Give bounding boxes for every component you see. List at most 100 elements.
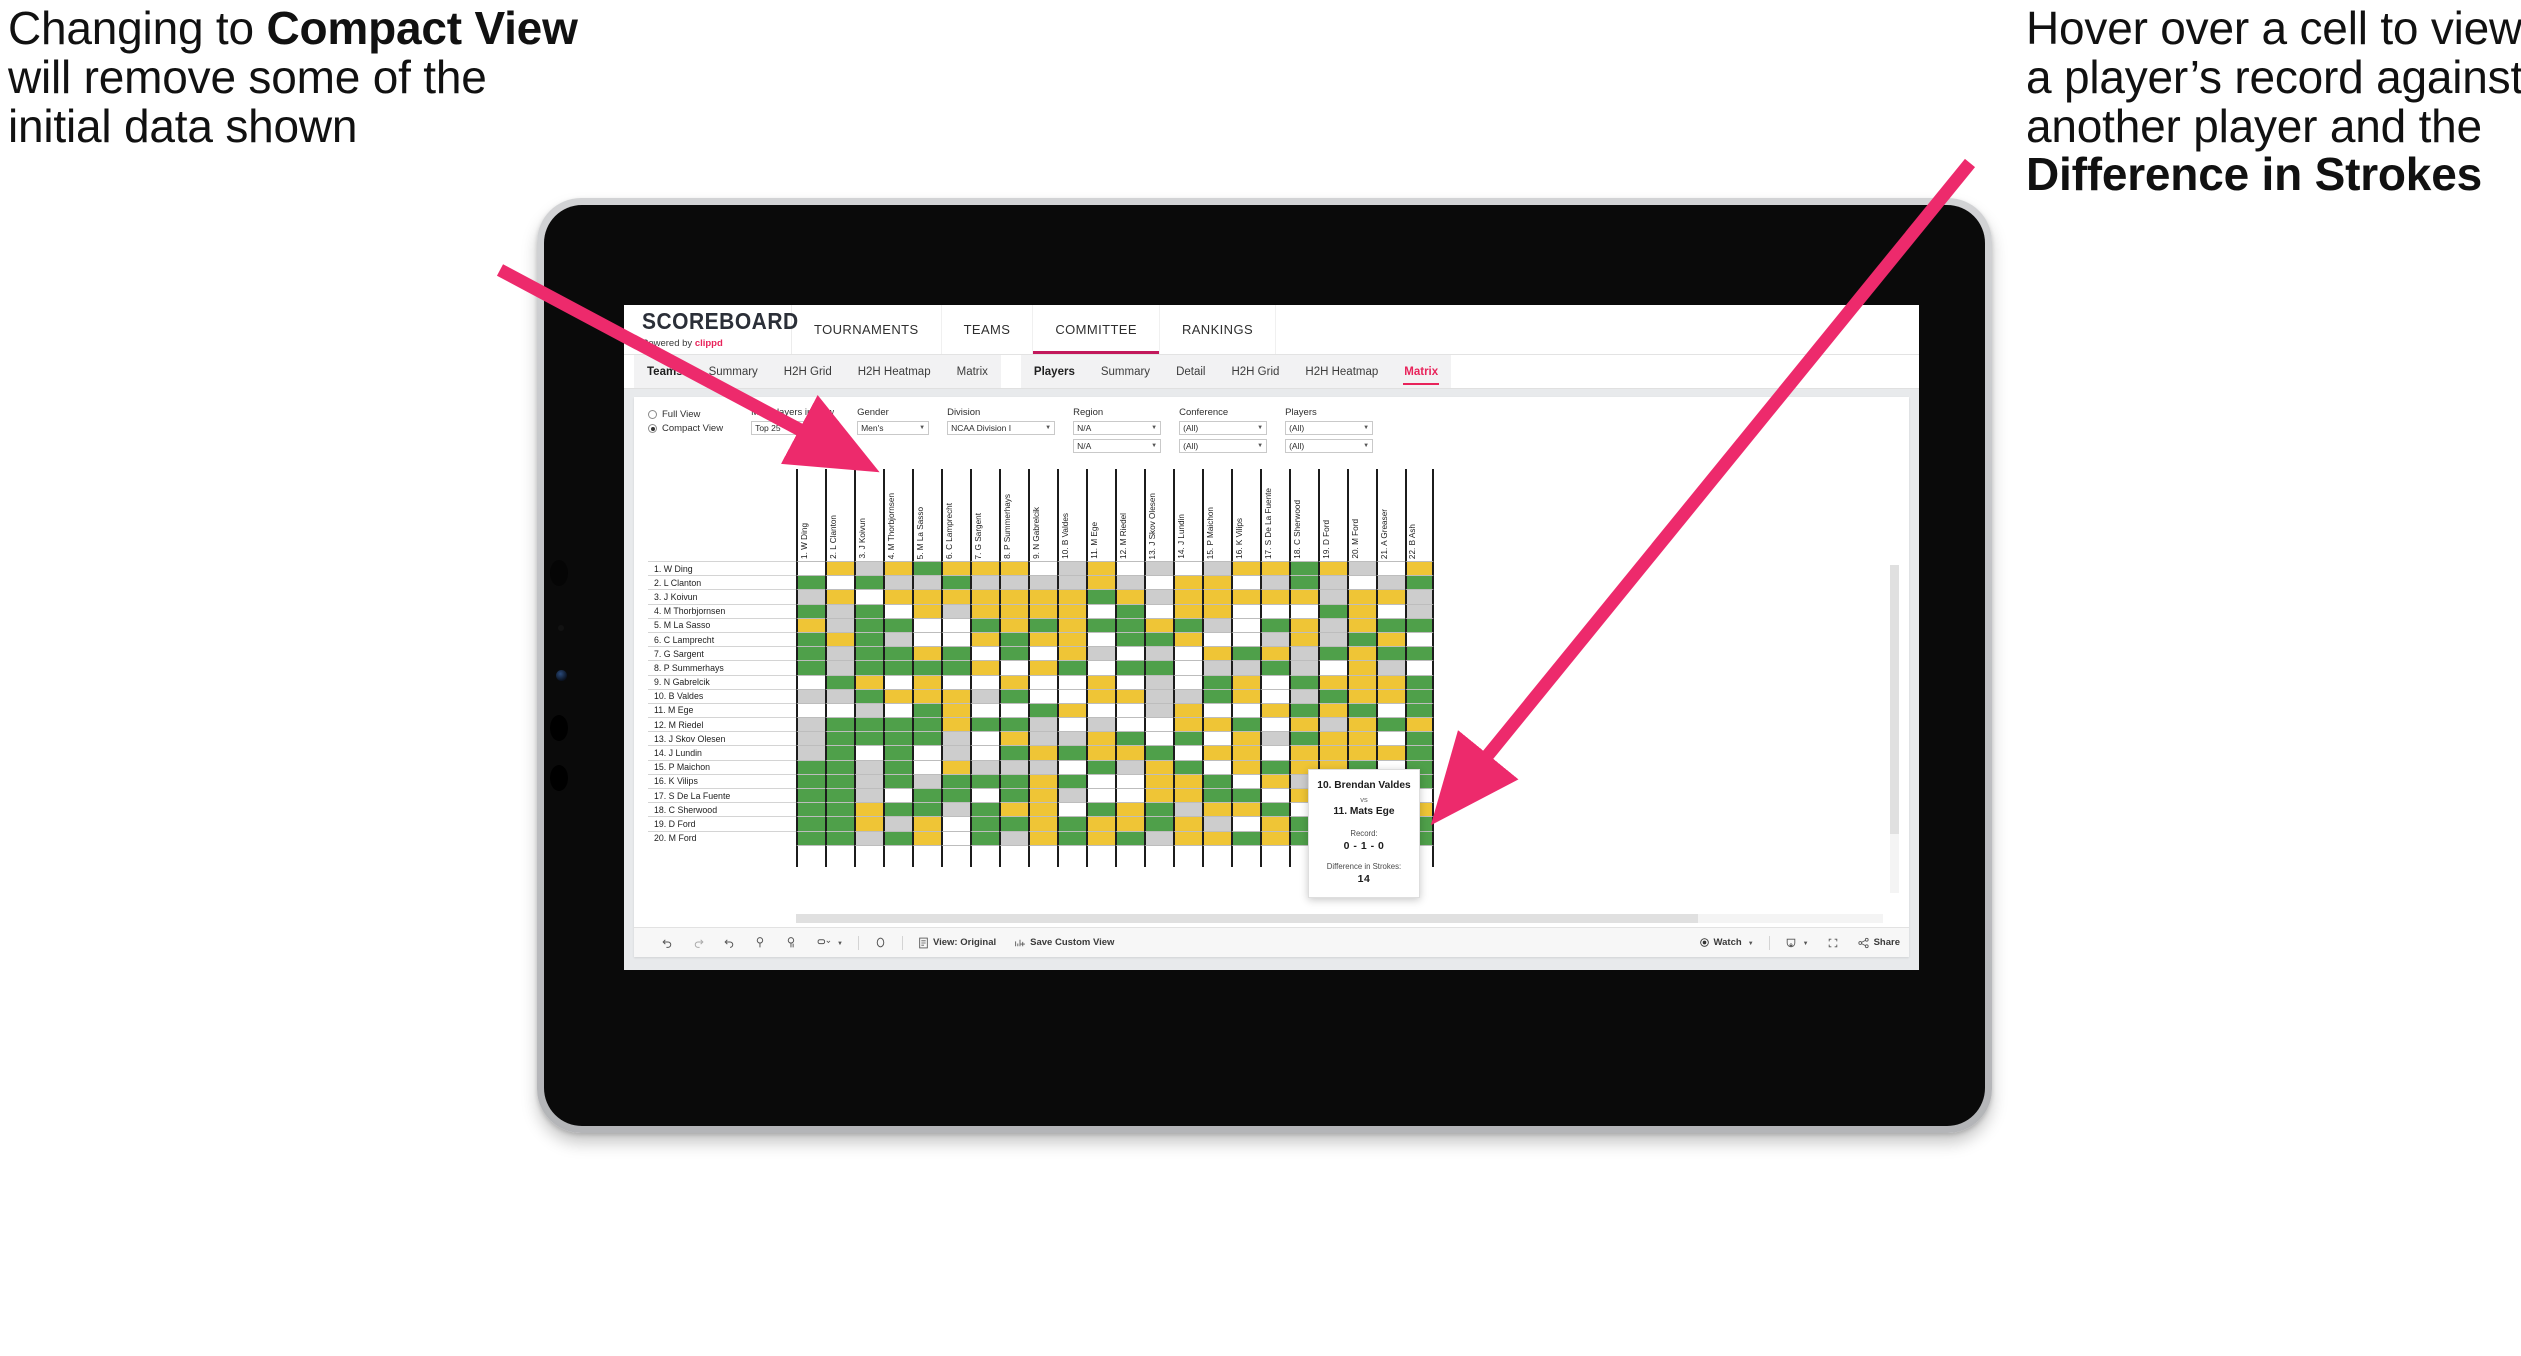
matrix-cell[interactable] [1057, 830, 1086, 845]
matrix-cell[interactable] [1318, 617, 1347, 632]
matrix-cell[interactable] [1115, 802, 1144, 817]
matrix-cell[interactable] [1231, 816, 1260, 831]
matrix-row[interactable]: 18. C Sherwood [648, 802, 1899, 817]
matrix-cell[interactable] [1289, 745, 1318, 760]
matrix-cell[interactable] [912, 802, 941, 817]
matrix-cell[interactable] [941, 717, 970, 732]
matrix-grid[interactable]: 1. W Ding 2. L Clanton 3. J Koivun 4. M Tho… [648, 469, 1899, 923]
matrix-cell[interactable] [1202, 660, 1231, 675]
matrix-cell[interactable] [1289, 688, 1318, 703]
matrix-cell[interactable] [912, 603, 941, 618]
matrix-cell[interactable] [1173, 660, 1202, 675]
matrix-cell[interactable] [1260, 702, 1289, 718]
radio-option-full-view[interactable]: Full View [648, 409, 723, 420]
matrix-cell[interactable] [1405, 660, 1434, 675]
matrix-cell[interactable] [1289, 589, 1318, 604]
matrix-cell[interactable] [883, 788, 912, 803]
matrix-cell[interactable] [1231, 702, 1260, 718]
matrix-cell[interactable] [1347, 660, 1376, 675]
filter-select[interactable]: NCAA Division I ▼ [947, 421, 1056, 435]
matrix-cell[interactable] [1231, 561, 1260, 576]
matrix-cell[interactable] [1318, 575, 1347, 590]
matrix-cell[interactable] [1347, 674, 1376, 689]
matrix-cell[interactable] [1115, 631, 1144, 647]
matrix-cell[interactable] [854, 603, 883, 618]
matrix-cell[interactable] [1086, 802, 1115, 817]
matrix-cell[interactable] [970, 788, 999, 803]
matrix-cell[interactable] [1115, 745, 1144, 760]
matrix-cell[interactable] [1202, 731, 1231, 746]
matrix-cell[interactable] [1202, 830, 1231, 845]
matrix-cell[interactable] [796, 617, 825, 632]
matrix-cell[interactable] [883, 646, 912, 661]
matrix-cell[interactable] [1202, 802, 1231, 817]
matrix-cell[interactable] [883, 731, 912, 746]
matrix-cell[interactable] [1086, 745, 1115, 760]
matrix-cell[interactable] [999, 589, 1028, 604]
matrix-cell[interactable] [1405, 589, 1434, 604]
matrix-cell[interactable] [941, 702, 970, 718]
matrix-row[interactable]: 16. K Vilips [648, 773, 1899, 788]
matrix-row-label[interactable]: 11. M Ege [648, 702, 796, 718]
matrix-column-header[interactable]: 6. C Lamprecht [941, 469, 970, 561]
matrix-cell[interactable] [796, 631, 825, 647]
matrix-cell[interactable] [883, 759, 912, 774]
matrix-cell[interactable] [1231, 717, 1260, 732]
matrix-cell[interactable] [941, 603, 970, 618]
matrix-cell[interactable] [1144, 802, 1173, 817]
matrix-cell[interactable] [941, 788, 970, 803]
matrix-cell[interactable] [1376, 603, 1405, 618]
matrix-cell[interactable] [854, 802, 883, 817]
matrix-cell[interactable] [1376, 717, 1405, 732]
matrix-cell[interactable] [1173, 575, 1202, 590]
matrix-cell[interactable] [912, 674, 941, 689]
subnav-item-detail[interactable]: Detail [1163, 355, 1218, 389]
subnav-item-h2h-heatmap[interactable]: H2H Heatmap [845, 355, 944, 389]
matrix-cell[interactable] [1202, 745, 1231, 760]
filter-select[interactable]: N/A ▼ [1073, 439, 1162, 453]
matrix-cell[interactable] [1318, 603, 1347, 618]
matrix-cell[interactable] [854, 674, 883, 689]
matrix-cell[interactable] [854, 830, 883, 845]
matrix-cell[interactable] [1231, 660, 1260, 675]
matrix-cell[interactable] [854, 631, 883, 647]
matrix-cell[interactable] [1289, 617, 1318, 632]
matrix-column-header[interactable]: 17. S De La Fuente [1260, 469, 1289, 561]
matrix-cell[interactable] [1202, 773, 1231, 788]
chevron-down-icon[interactable]: ▼ [1801, 937, 1809, 948]
matrix-cell[interactable] [1318, 561, 1347, 576]
matrix-cell[interactable] [999, 830, 1028, 845]
matrix-cell[interactable] [1115, 816, 1144, 831]
filter-select[interactable]: Men's ▼ [857, 421, 930, 435]
watch-icon[interactable]: Watch ▼ [1690, 937, 1763, 948]
matrix-cell[interactable] [1173, 674, 1202, 689]
matrix-cell[interactable] [1318, 717, 1347, 732]
undo-icon[interactable] [652, 936, 683, 949]
matrix-cell[interactable] [1202, 646, 1231, 661]
matrix-row-label[interactable]: 5. M La Sasso [648, 617, 796, 632]
matrix-row-label[interactable]: 1. W Ding [648, 561, 796, 576]
matrix-cell[interactable] [1144, 660, 1173, 675]
topnav-item-teams[interactable]: TEAMS [942, 305, 1034, 354]
matrix-cell[interactable] [1115, 603, 1144, 618]
matrix-cell[interactable] [1202, 631, 1231, 647]
matrix-cell[interactable] [970, 802, 999, 817]
matrix-scroll-area[interactable]: 1. W Ding 2. L Clanton 3. J Koivun 4. M Tho… [648, 469, 1899, 923]
matrix-cell[interactable] [941, 731, 970, 746]
matrix-cell[interactable] [912, 788, 941, 803]
matrix-cell[interactable] [941, 617, 970, 632]
matrix-cell[interactable] [970, 731, 999, 746]
matrix-cell[interactable] [1057, 759, 1086, 774]
matrix-cell[interactable] [825, 830, 854, 845]
matrix-cell[interactable] [825, 759, 854, 774]
matrix-cell[interactable] [1405, 646, 1434, 661]
matrix-row[interactable]: 10. B Valdes [648, 688, 1899, 703]
matrix-cell[interactable] [1028, 759, 1057, 774]
filter-select[interactable]: (All) ▼ [1285, 421, 1374, 435]
subnav-item-players[interactable]: Players [1021, 355, 1088, 389]
matrix-row-label[interactable]: 19. D Ford [648, 816, 796, 831]
matrix-cell[interactable] [970, 631, 999, 647]
matrix-cell[interactable] [1347, 731, 1376, 746]
matrix-rows[interactable]: 1. W Ding 2. L Clanton 3. J Koivun 4. M Tho… [648, 561, 1899, 845]
matrix-cell[interactable] [854, 589, 883, 604]
